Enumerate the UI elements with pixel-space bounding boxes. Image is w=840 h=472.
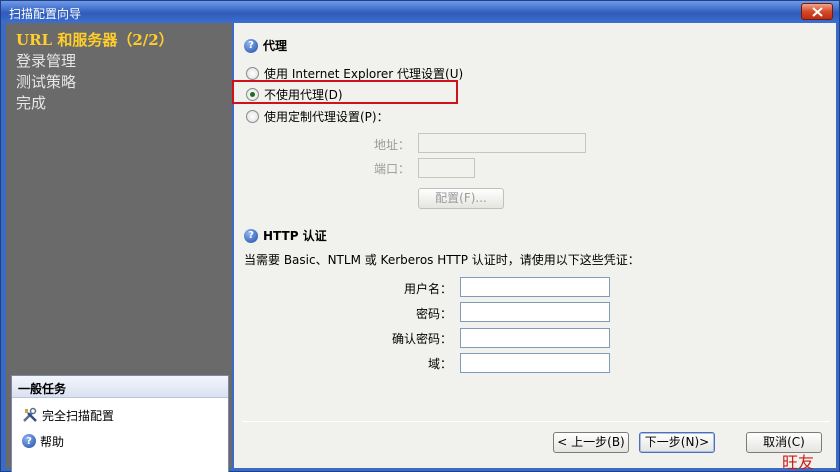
title-bar[interactable]: 扫描配置向导 xyxy=(1,1,839,23)
wizard-content: ? 代理 使用 Internet Explorer 代理设置(U) 不使用代理(… xyxy=(232,23,836,468)
task-full-scan-config-label: 完全扫描配置 xyxy=(42,408,115,423)
step-url-servers[interactable]: URL 和服务器（2/2） xyxy=(16,29,174,50)
proxy-config-button[interactable]: 配置(F)... xyxy=(418,188,504,209)
proxy-section-title: ? 代理 xyxy=(244,37,287,54)
radio-button[interactable] xyxy=(246,110,259,123)
back-button[interactable]: < 上一步(B) xyxy=(553,432,629,453)
radio-button-selected[interactable] xyxy=(246,88,259,101)
radio-custom-proxy[interactable]: 使用定制代理设置(P)： xyxy=(246,108,389,125)
username-input[interactable] xyxy=(460,277,610,297)
general-tasks-panel: 一般任务 完全扫描配置 ? 帮助 xyxy=(11,375,229,472)
username-label: 用户名： xyxy=(403,282,452,296)
proxy-port-label: 端口： xyxy=(373,162,410,176)
confirm-password-input[interactable] xyxy=(460,328,610,348)
wizard-sidebar: URL 和服务器（2/2） 登录管理 测试策略 完成 一般任务 完全扫描配置 ? xyxy=(6,23,232,472)
close-button[interactable] xyxy=(801,3,833,20)
task-help-label: 帮助 xyxy=(40,434,65,449)
help-icon: ? xyxy=(22,434,36,448)
next-button[interactable]: 下一步(N)> xyxy=(639,432,715,453)
tools-icon xyxy=(22,407,38,423)
domain-label: 域： xyxy=(427,357,452,371)
footer-divider xyxy=(242,421,830,422)
wizard-window: 扫描配置向导 URL 和服务器（2/2） 登录管理 测试策略 完成 一般任务 完… xyxy=(0,0,840,472)
confirm-password-label: 确认密码： xyxy=(391,332,452,346)
step-finish[interactable]: 完成 xyxy=(16,92,46,113)
general-tasks-header: 一般任务 xyxy=(12,376,228,398)
proxy-address-label: 地址： xyxy=(373,138,410,152)
help-icon: ? xyxy=(244,38,258,53)
proxy-port-input[interactable] xyxy=(418,158,475,178)
window-title: 扫描配置向导 xyxy=(9,7,82,21)
radio-no-proxy[interactable]: 不使用代理(D) xyxy=(246,86,343,103)
password-input[interactable] xyxy=(460,302,610,322)
task-full-scan-config[interactable]: 完全扫描配置 xyxy=(22,406,114,424)
close-icon xyxy=(812,7,823,17)
radio-button[interactable] xyxy=(246,67,259,80)
watermark-text: 旺友 xyxy=(782,453,815,472)
task-help[interactable]: ? 帮助 xyxy=(22,432,64,450)
step-login-management[interactable]: 登录管理 xyxy=(16,50,76,71)
http-auth-section-title: ? HTTP 认证 xyxy=(244,227,327,244)
help-icon: ? xyxy=(244,228,258,243)
domain-input[interactable] xyxy=(460,353,610,373)
password-label: 密码： xyxy=(415,307,452,321)
step-test-policy[interactable]: 测试策略 xyxy=(16,71,76,92)
http-auth-description: 当需要 Basic、NTLM 或 Kerberos HTTP 认证时，请使用以下… xyxy=(244,253,640,267)
proxy-address-input[interactable] xyxy=(418,133,586,153)
